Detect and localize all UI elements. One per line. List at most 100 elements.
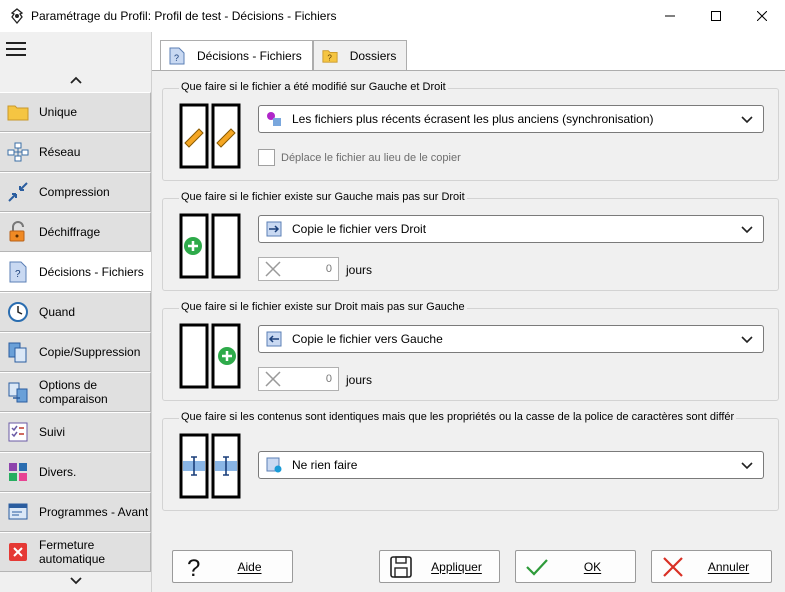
both-modified-pencils-icon	[179, 103, 241, 169]
clear-x-icon[interactable]	[263, 259, 283, 279]
group-right-only: Que faire si le fichier existe sur Droit…	[162, 301, 779, 401]
minimize-icon	[665, 15, 675, 17]
identical-properties-icon	[179, 433, 241, 499]
sidebar-item-compression[interactable]: Compression	[0, 172, 151, 212]
right-only-days-input[interactable]: 0	[258, 367, 339, 391]
tab-label: Décisions - Fichiers	[197, 49, 302, 63]
select-value: Les fichiers plus récents écrasent les p…	[292, 112, 654, 126]
tab-label: Dossiers	[349, 48, 397, 63]
sync-newer-icon	[267, 112, 281, 126]
svg-text:?: ?	[327, 53, 332, 62]
tab-bar: ? Décisions - Fichiers ? Dossiers	[160, 40, 408, 71]
tab-dossiers[interactable]: ? Dossiers	[312, 40, 408, 70]
group-left-only: Que faire si le fichier existe sur Gauch…	[162, 191, 779, 291]
close-icon	[757, 11, 767, 21]
sidebar-item-label: Programmes - Avant	[39, 505, 149, 519]
sidebar-item-label: Fermeture automatique	[39, 538, 106, 566]
sidebar-nav: Unique Réseau Compression Déchiffrage ? …	[0, 92, 151, 572]
svg-text:?: ?	[174, 53, 179, 63]
cancel-button[interactable]: Annuler	[651, 550, 772, 583]
checkbox-label: Déplace le fichier au lieu de le copier	[281, 151, 461, 164]
sidebar-item-options-comparaison[interactable]: Options de comparaison	[0, 372, 151, 412]
modified-action-select[interactable]: Les fichiers plus récents écrasent les p…	[258, 105, 764, 133]
sidebar-item-quand[interactable]: Quand	[0, 292, 151, 332]
folder-icon	[7, 101, 29, 123]
chevron-down-icon	[741, 116, 753, 124]
sidebar: Unique Réseau Compression Déchiffrage ? …	[0, 32, 151, 592]
cancel-x-icon	[663, 556, 683, 577]
apply-button[interactable]: Appliquer	[379, 550, 500, 583]
exists-left-only-icon	[179, 213, 241, 279]
select-value: Ne rien faire	[292, 458, 358, 472]
checklist-icon	[7, 421, 29, 443]
file-question-icon: ?	[169, 47, 185, 65]
sidebar-item-fermeture-automatique[interactable]: Fermeture automatique	[0, 532, 151, 572]
sidebar-item-decisions-fichiers[interactable]: ? Décisions - Fichiers	[0, 252, 151, 292]
sidebar-item-suivi[interactable]: Suivi	[0, 412, 151, 452]
close-red-icon	[7, 541, 29, 563]
left-only-days-input[interactable]: 0	[258, 257, 339, 281]
sidebar-item-divers[interactable]: Divers.	[0, 452, 151, 492]
sidebar-item-label: Réseau	[39, 145, 81, 159]
window-title: Paramétrage du Profil: Profil de test - …	[31, 9, 337, 23]
sidebar-item-reseau[interactable]: Réseau	[0, 132, 151, 172]
identical-action-select[interactable]: Ne rien faire	[258, 451, 764, 479]
tab-decisions-fichiers[interactable]: ? Décisions - Fichiers	[160, 40, 313, 71]
network-icon	[7, 141, 29, 163]
sidebar-item-label: Quand	[39, 305, 76, 319]
sidebar-item-unique[interactable]: Unique	[0, 92, 151, 132]
svg-text:?: ?	[15, 269, 21, 280]
copy-icon	[7, 341, 29, 363]
group-legend: Que faire si les contenus sont identique…	[179, 411, 737, 423]
maximize-button[interactable]	[693, 0, 739, 32]
sidebar-scroll-down[interactable]	[0, 571, 151, 591]
days-value: 0	[325, 263, 332, 275]
sidebar-item-label: Décisions - Fichiers	[39, 265, 144, 279]
main-panel: ? Décisions - Fichiers ? Dossiers Que fa…	[151, 32, 785, 592]
copy-to-left-icon	[266, 331, 282, 347]
chevron-down-icon	[69, 577, 82, 585]
move-instead-of-copy-checkbox[interactable]	[258, 149, 275, 166]
days-unit-label: jours	[346, 373, 373, 387]
select-value: Copie le fichier vers Droit	[292, 222, 427, 236]
group-identical-content: Que faire si les contenus sont identique…	[162, 411, 779, 511]
sidebar-scroll-up[interactable]	[0, 70, 151, 90]
sidebar-item-label: Suivi	[39, 425, 66, 439]
clock-icon	[7, 301, 29, 323]
sidebar-item-dechiffrage[interactable]: Déchiffrage	[0, 212, 151, 252]
chevron-up-icon	[69, 76, 82, 84]
sidebar-item-copie-suppression[interactable]: Copie/Suppression	[0, 332, 151, 372]
ok-button[interactable]: OK	[515, 550, 636, 583]
move-instead-of-copy-row: Déplace le fichier au lieu de le copier	[258, 149, 461, 166]
sidebar-item-label: Copie/Suppression	[39, 345, 141, 359]
sidebar-item-label: Divers.	[39, 465, 77, 479]
folder-question-icon: ?	[322, 49, 338, 63]
button-label: Aide	[237, 559, 262, 574]
sidebar-item-label: Compression	[39, 185, 110, 199]
tab-panel-decisions-fichiers: Que faire si le fichier a été modifié su…	[152, 70, 785, 545]
days-value: 0	[325, 373, 332, 385]
clear-x-icon[interactable]	[263, 369, 283, 389]
misc-icon	[7, 461, 29, 483]
button-label: OK	[583, 559, 602, 574]
close-button[interactable]	[739, 0, 785, 32]
maximize-icon	[711, 11, 721, 21]
compare-icon	[7, 381, 29, 403]
group-modified-both: Que faire si le fichier a été modifié su…	[162, 81, 779, 181]
hamburger-menu-icon[interactable]	[6, 42, 26, 58]
minimize-button[interactable]	[647, 0, 693, 32]
copy-to-right-icon	[266, 221, 282, 237]
dialog-footer: ? Aide Appliquer OK Annuler	[152, 545, 785, 592]
right-only-action-select[interactable]: Copie le fichier vers Gauche	[258, 325, 764, 353]
group-legend: Que faire si le fichier existe sur Droit…	[179, 301, 467, 313]
save-disk-icon	[390, 555, 412, 578]
help-button[interactable]: ? Aide	[172, 550, 293, 583]
chevron-down-icon	[741, 462, 753, 470]
group-legend: Que faire si le fichier a été modifié su…	[179, 81, 448, 93]
title-bar: Paramétrage du Profil: Profil de test - …	[0, 0, 785, 32]
button-label: Appliquer	[431, 559, 482, 574]
sidebar-item-programmes-avant[interactable]: Programmes - Avant	[0, 492, 151, 532]
left-only-action-select[interactable]: Copie le fichier vers Droit	[258, 215, 764, 243]
sidebar-item-label: Unique	[39, 105, 78, 119]
exists-right-only-icon	[179, 323, 241, 389]
